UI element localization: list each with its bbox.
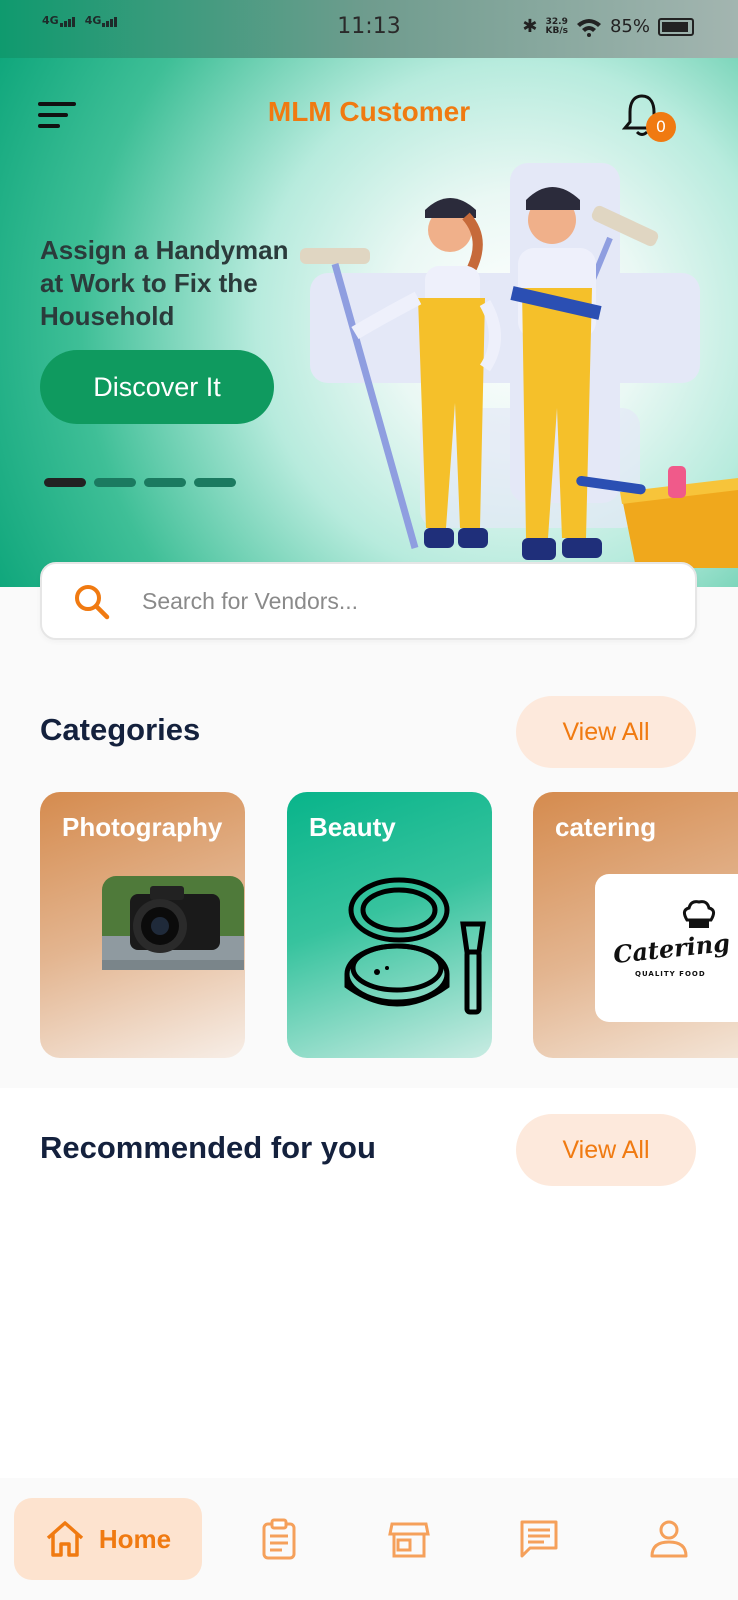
- category-label: Photography: [62, 812, 223, 842]
- bluetooth-icon: ✱: [522, 16, 538, 37]
- network-speed: 32.9 KB/s: [545, 16, 568, 36]
- status-right: ✱ 32.9 KB/s 85%: [522, 16, 694, 37]
- category-card-beauty[interactable]: Beauty: [287, 792, 492, 1058]
- discover-button[interactable]: Discover It: [40, 350, 274, 424]
- recommended-view-all-button[interactable]: View All: [516, 1114, 696, 1186]
- orders-icon[interactable]: [258, 1518, 300, 1560]
- category-label: Beauty: [309, 812, 396, 842]
- battery-icon: [658, 17, 694, 36]
- home-icon: [46, 1521, 84, 1557]
- handyman-illustration: [300, 163, 738, 586]
- search-bar[interactable]: Search for Vendors...: [40, 562, 697, 640]
- banner-headline-line: at Work to Fix the: [40, 268, 258, 298]
- chef-hat-icon: [682, 900, 716, 928]
- category-card-catering[interactable]: catering Catering QUALITY FOOD: [533, 792, 738, 1058]
- nav-home[interactable]: Home: [14, 1498, 202, 1580]
- carousel-dot[interactable]: [44, 478, 86, 487]
- store-icon[interactable]: [388, 1518, 430, 1560]
- battery-percent: 85%: [609, 16, 650, 37]
- catering-logo: Catering QUALITY FOOD: [595, 874, 738, 1022]
- catering-logo-subtext: QUALITY FOOD: [635, 970, 706, 978]
- banner-headline-line: Assign a Handyman: [40, 235, 289, 265]
- carousel-dot[interactable]: [94, 478, 136, 487]
- status-bar: 4G 4G 11:13 ✱ 32.9 KB/s 85%: [0, 0, 738, 58]
- recommended-title: Recommended for you: [40, 1130, 376, 1165]
- carousel-indicators: [44, 478, 236, 487]
- profile-icon[interactable]: [648, 1518, 690, 1560]
- recommended-section: Recommended for you View All: [0, 1088, 738, 1478]
- makeup-compact-icon: [344, 877, 486, 1015]
- search-input[interactable]: Search for Vendors...: [142, 588, 358, 615]
- categories-view-all-button[interactable]: View All: [516, 696, 696, 768]
- search-icon: [75, 585, 110, 620]
- banner-headline: Assign a Handyman at Work to Fix the Hou…: [40, 234, 340, 333]
- camera-image: [102, 876, 244, 970]
- nav-home-label: Home: [98, 1523, 172, 1554]
- wifi-icon: [576, 18, 601, 37]
- banner-headline-line: Household: [40, 301, 175, 331]
- carousel-dot[interactable]: [194, 478, 236, 487]
- category-card-photography[interactable]: Photography: [40, 792, 245, 1058]
- category-label: catering: [555, 812, 657, 842]
- carousel-dot[interactable]: [144, 478, 186, 487]
- bottom-navigation: Home: [0, 1478, 738, 1600]
- chat-icon[interactable]: [518, 1518, 560, 1560]
- hero-banner: MLM Customer 0 Assign a Handyman at Work…: [0, 58, 738, 587]
- catering-logo-text: Catering: [611, 927, 732, 970]
- categories-title: Categories: [40, 712, 201, 747]
